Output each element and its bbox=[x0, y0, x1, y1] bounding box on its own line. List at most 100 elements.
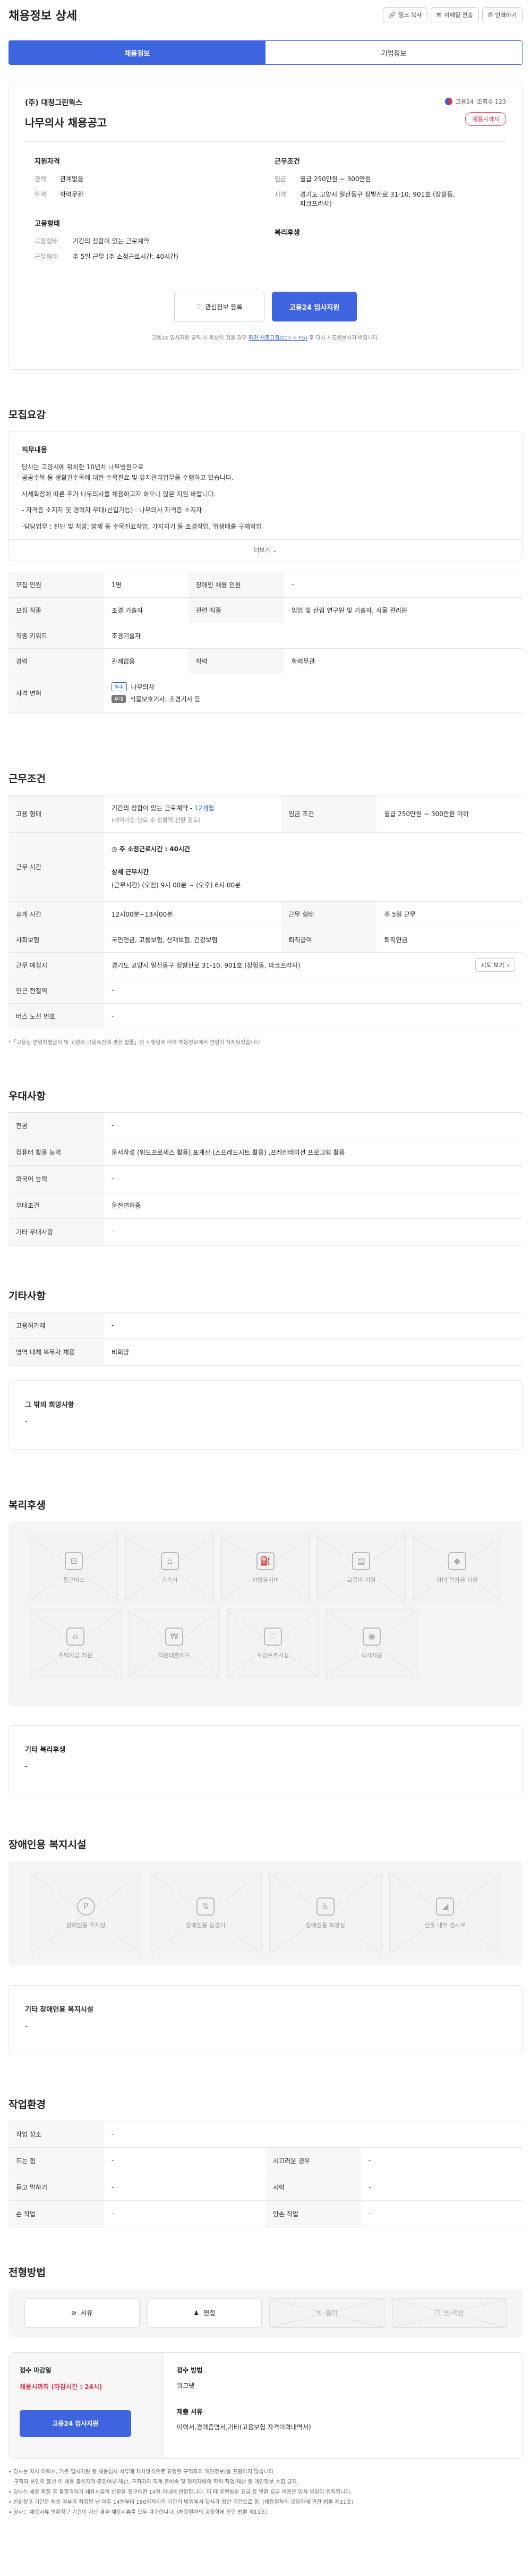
refresh-link[interactable]: 화면 새로고침(Ctrl + F5) bbox=[249, 335, 307, 341]
disabled-tile: ⇅ 장애인용 승강기 bbox=[149, 1873, 262, 1953]
tab-bar: 채용정보 기업정보 bbox=[8, 40, 523, 65]
table-row: 고용허가제 - bbox=[8, 1312, 523, 1339]
list-item: 구직자 본인의 불신 이 채용 출신지역·혼인여부·재산, 구직자의 직계 존비… bbox=[14, 2479, 298, 2485]
disabled-section: 장애인용 복지시설 P 장애인용 주차장 ⇅ 장애인용 승강기 ♿ 장애인용 화장실 … bbox=[8, 1837, 523, 2054]
step-document: ⊘ 서류 bbox=[24, 2298, 140, 2328]
table-row: 경력 관계없음 학력 학력무관 bbox=[8, 648, 523, 674]
step-aptitude: ☐ 인·적성 bbox=[391, 2298, 507, 2328]
print-button[interactable]: ⎙ 인쇄하기 bbox=[482, 7, 523, 22]
car-fuel-icon: ⛽ bbox=[256, 1552, 275, 1570]
graduation-icon: ◆ bbox=[448, 1552, 466, 1570]
chevron-right-icon: › bbox=[507, 961, 509, 969]
copy-link-button[interactable]: 🔗 링크 복사 bbox=[382, 7, 428, 22]
table-row: 고용 형태 기간의 정함이 있는 근로계약 - 12개월 (계약기간 만료 후 상… bbox=[8, 795, 523, 833]
email-button[interactable]: ✉ 이메일 전송 bbox=[431, 7, 479, 22]
disabled-grid: P 장애인용 주차장 ⇅ 장애인용 승강기 ♿ 장애인용 화장실 ◢ 건물 내부 경사로 bbox=[8, 1860, 523, 1966]
welfare-tile: ⊟ 통근버스 bbox=[30, 1533, 118, 1602]
table-row: 근무 예정지 경기도 고양시 일산동구 정발산로 31-10, 901호 (장항… bbox=[8, 952, 523, 978]
conditions-section: 근무조건 고용 형태 기간의 정함이 있는 근로계약 - 12개월 (계약기간 만… bbox=[8, 771, 523, 1046]
welfare-tile: ◉ 식사제공 bbox=[326, 1609, 417, 1677]
summary-right: 근무조건 임금 월급 250만원 ~ 300만원 지역 경기도 고양시 일산동구 정… bbox=[275, 158, 455, 237]
required-tag: 필수 bbox=[112, 682, 127, 692]
table-row: 전공 - bbox=[8, 1112, 523, 1139]
table-row: 기타 우대사항 - bbox=[8, 1218, 523, 1245]
table-row: 듣고 말하기 - 시력 - bbox=[8, 2174, 523, 2201]
mail-icon: ✉ bbox=[436, 11, 442, 19]
list-item: • 반환청구 기간은 채용 여부가 확정된 날 이후 14일부터 180일까지의… bbox=[8, 2499, 354, 2505]
table-row: 우대조건 운전면허증 bbox=[8, 1192, 523, 1219]
apply-button-top[interactable]: 고용24 입사지원 bbox=[272, 292, 357, 321]
page-title: 채용정보 상세 bbox=[8, 10, 78, 23]
restroom-icon: ♿ bbox=[316, 1897, 335, 1916]
test-icon: ☐ bbox=[434, 2309, 440, 2317]
disabled-other-card: 기타 장애인용 복지시설 - bbox=[8, 1985, 523, 2054]
tab-company-info[interactable]: 기업정보 bbox=[266, 41, 522, 64]
chevron-down-icon: ⌄ bbox=[272, 546, 277, 554]
bus-icon: ⊟ bbox=[65, 1552, 83, 1570]
welfare-section: 복리후생 ⊟ 통근버스 ⌂ 기숙사 ⛽ 차량유지비 ▤ 교육비 지원 ◆ 자녀 학자금 지… bbox=[8, 1497, 523, 1794]
elevator-icon: ⇅ bbox=[196, 1897, 215, 1916]
list-item: • 당사는 자사 이력서, 기존 입사지원 등 채용심사 서류에 자사양식으로 … bbox=[8, 2469, 276, 2475]
process-section: 전형방법 ⊘ 서류 ♟ 면접 ✎ 필기 ☐ 인·적성 접수 마감일 채용시까지 (마감시… bbox=[8, 2265, 523, 2518]
list-item: • 당사는 채용 확정 후 불합격자가 채용서류의 반환을 청구하면 14일 이… bbox=[8, 2489, 352, 2495]
recruit-heading: 모집요강 bbox=[8, 409, 46, 421]
welfare-tile: ₩ 직원대출제도 bbox=[129, 1609, 220, 1677]
preferred-tag: 우대 bbox=[112, 695, 126, 704]
apply-card: 접수 마감일 채용시까지 (마감시간 : 24시) 고용24 입사지원 접수 방… bbox=[8, 2352, 523, 2459]
tab-job-info[interactable]: 채용정보 bbox=[9, 41, 266, 64]
interest-button[interactable]: ♡ 관심정보 등록 bbox=[174, 292, 264, 321]
welfare-tile: ◆ 자녀 학자금 지원 bbox=[413, 1533, 502, 1602]
table-row: 컴퓨터 활용 능력 문서작성 (워드프로세스 활용),표계산 (스프레드시트 활용… bbox=[8, 1139, 523, 1166]
dormitory-icon: ⌂ bbox=[160, 1552, 179, 1570]
interview-icon: ♟ bbox=[193, 2309, 200, 2317]
book-icon: ▤ bbox=[352, 1552, 371, 1570]
disabled-tile: P 장애인용 주차장 bbox=[30, 1873, 142, 1953]
step-interview: ♟ 면접 bbox=[147, 2298, 262, 2328]
disabled-tile: ◢ 건물 내부 경사로 bbox=[389, 1873, 501, 1953]
job-title: 나무의사 채용공고 bbox=[25, 116, 107, 129]
heart-icon: ♡ bbox=[196, 303, 202, 310]
preference-table: 전공 - 컴퓨터 활용 능력 문서작성 (워드프로세스 활용),표계산 (스프레드시… bbox=[8, 1112, 523, 1245]
table-row: 모집 직종 조경 기술자 관련 직종 임업 및 산림 연구원 및 기술자, 식물 관… bbox=[8, 597, 523, 623]
summary-left: 지원자격 경력 관계없음 학력 학력무관 고용형태 고용형태 기간의 정함이 있는 근… bbox=[35, 158, 178, 260]
environment-section: 작업환경 작업 장소 - 드는 힘 - 시끄러운 경우 - 듣고 말하기 - 시력 - 손 작… bbox=[8, 2097, 523, 2227]
map-button[interactable]: 지도 보기 › bbox=[475, 958, 515, 972]
welfare-tile: ▤ 교육비 지원 bbox=[317, 1533, 406, 1602]
table-row: 사회보험 국민연금, 고용보험, 산재보험, 건강보험 퇴직급여 퇴직연금 bbox=[8, 927, 523, 953]
maternity-icon: ♡ bbox=[264, 1627, 282, 1646]
page-header: 채용정보 상세 🔗 링크 복사 ✉ 이메일 전송 ⎙ 인쇄하기 bbox=[8, 0, 523, 30]
printer-icon: ⎙ bbox=[487, 11, 493, 18]
source-label: 고용24 bbox=[455, 98, 474, 105]
check-circle-icon: ⊘ bbox=[71, 2309, 77, 2317]
more-button[interactable]: 더보기 ⌄ bbox=[9, 539, 522, 561]
age-footnote: *「고용상 연령차별금지 및 고령자 고용촉진에 관한 법률」의 시행령에 따라… bbox=[8, 1039, 262, 1046]
preference-section: 우대사항 전공 - 컴퓨터 활용 능력 문서작성 (워드프로세스 활용),표계산 (… bbox=[8, 1088, 523, 1245]
process-steps: ⊘ 서류 ♟ 면접 ✎ 필기 ☐ 인·적성 bbox=[8, 2288, 523, 2337]
list-item: • 당사는 채용서류 반환청구 기간이 지난 경우 채용서류를 모두 파기합니다… bbox=[8, 2509, 268, 2515]
loan-icon: ₩ bbox=[165, 1627, 183, 1646]
duty-text: 당사는 고양시에 위치한 10년차 나무병원으로 공공수목 등 생활권수목에 대… bbox=[22, 463, 262, 530]
table-row: 외국어 능력 - bbox=[8, 1165, 523, 1192]
taegeuk-icon bbox=[444, 98, 452, 105]
conditions-table: 고용 형태 기간의 정함이 있는 근로계약 - 12개월 (계약기간 만료 후 상… bbox=[8, 794, 523, 1029]
etc-table: 고용허가제 - 병역 대체 복무자 채용 비희망 bbox=[8, 1311, 523, 1366]
company-name: (주) 대청그린웍스 bbox=[25, 99, 82, 107]
apply-button-bottom[interactable]: 고용24 입사지원 bbox=[20, 2410, 131, 2437]
environment-table: 작업 장소 - 드는 힘 - 시끄러운 경우 - 듣고 말하기 - 시력 - 손 작업 - 양손 … bbox=[8, 2120, 523, 2227]
table-row: 인근 전철역 - bbox=[8, 978, 523, 1004]
deadline-box: 접수 마감일 채용시까지 (마감시간 : 24시) 고용24 입사지원 bbox=[9, 2352, 163, 2458]
legal-notes: • 당사는 자사 이력서, 기존 입사지원 등 채용심사 서류에 자사양식으로 … bbox=[8, 2467, 523, 2518]
link-icon: 🔗 bbox=[388, 11, 396, 19]
table-row: 손 작업 - 양손 작업 - bbox=[8, 2200, 523, 2227]
etc-other-card: 그 밖의 희망사항 - bbox=[8, 1380, 523, 1450]
table-row: 휴게 시간 12시00분~13시00분 근무 형태 주 5일 근무 bbox=[8, 901, 523, 927]
table-row: 드는 힘 - 시끄러운 경우 - bbox=[8, 2147, 523, 2174]
table-row: 근무 시간 ◷ 주 소정근로시간 : 40시간 상세 근무시간 (근무시간) (… bbox=[8, 832, 523, 902]
ramp-icon: ◢ bbox=[436, 1897, 455, 1916]
pencil-icon: ✎ bbox=[316, 2309, 322, 2317]
disabled-tile: ♿ 장애인용 화장실 bbox=[269, 1873, 382, 1953]
parking-icon: P bbox=[76, 1897, 95, 1916]
welfare-grid: ⊟ 통근버스 ⌂ 기숙사 ⛽ 차량유지비 ▤ 교육비 지원 ◆ 자녀 학자금 지원 ⌂ 주택… bbox=[8, 1521, 523, 1706]
table-row: 버스 노선 번호 - bbox=[8, 1003, 523, 1029]
table-row: 직종 키워드 조경기술자 bbox=[8, 623, 523, 649]
